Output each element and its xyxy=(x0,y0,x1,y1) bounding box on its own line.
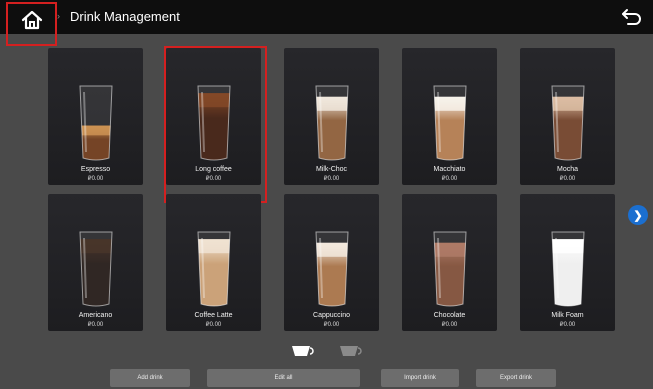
drink-name: Macchiato xyxy=(433,166,466,173)
add-drink-button[interactable]: Add drink xyxy=(110,369,190,387)
drink-name: Americano xyxy=(78,312,113,319)
page-title: Drink Management xyxy=(70,9,180,24)
drink-price: ₽0.00 xyxy=(205,322,222,328)
drink-card[interactable]: Macchiato ₽0.00 xyxy=(402,48,497,185)
home-button[interactable] xyxy=(6,2,57,46)
drink-card[interactable]: Americano ₽0.00 xyxy=(48,194,143,331)
drink-name: Cappuccino xyxy=(313,312,350,319)
top-bar: › Drink Management xyxy=(0,0,653,34)
glass-icon xyxy=(315,231,349,307)
glass-icon xyxy=(551,85,585,161)
drink-name: Chocolate xyxy=(433,312,466,319)
glass-icon xyxy=(433,85,467,161)
drink-price: ₽0.00 xyxy=(87,322,104,328)
glass-icon xyxy=(79,231,113,307)
drink-card[interactable]: Milk-Choc ₽0.00 xyxy=(284,48,379,185)
breadcrumb-separator: › xyxy=(57,11,60,21)
drink-price: ₽0.00 xyxy=(441,176,458,182)
drink-name: Mocha xyxy=(556,166,578,173)
drink-price: ₽0.00 xyxy=(323,322,340,328)
import-drink-button[interactable]: Import drink xyxy=(381,369,459,387)
cup-icon-inactive[interactable] xyxy=(340,346,362,356)
glass-icon xyxy=(433,231,467,307)
next-page-button[interactable]: ❯ xyxy=(628,205,648,225)
back-button[interactable] xyxy=(621,7,643,27)
drink-price: ₽0.00 xyxy=(559,322,576,328)
drink-card[interactable]: Milk Foam ₽0.00 xyxy=(520,194,615,331)
drink-price: ₽0.00 xyxy=(441,322,458,328)
drink-card[interactable]: Long coffee ₽0.00 xyxy=(164,46,267,203)
export-drink-button[interactable]: Export drink xyxy=(476,369,556,387)
drink-price: ₽0.00 xyxy=(205,176,222,182)
page-indicator xyxy=(290,343,380,364)
drink-name: Milk Foam xyxy=(551,312,584,319)
glass-icon xyxy=(79,85,113,161)
drink-name: Coffee Latte xyxy=(194,312,233,319)
drink-price: ₽0.00 xyxy=(323,176,340,182)
drink-price: ₽0.00 xyxy=(559,176,576,182)
chevron-right-icon: ❯ xyxy=(633,209,643,222)
edit-all-button[interactable]: Edit all xyxy=(207,369,360,387)
cup-icon-active[interactable] xyxy=(292,346,314,356)
glass-icon xyxy=(197,231,231,307)
drink-card[interactable]: Coffee Latte ₽0.00 xyxy=(166,194,261,331)
drink-name: Long coffee xyxy=(195,166,232,173)
glass-icon xyxy=(315,85,349,161)
drink-card[interactable]: Espresso ₽0.00 xyxy=(48,48,143,185)
glass-icon xyxy=(551,231,585,307)
drink-card[interactable]: Cappuccino ₽0.00 xyxy=(284,194,379,331)
return-arrow-icon xyxy=(622,9,641,25)
drink-card[interactable]: Mocha ₽0.00 xyxy=(520,48,615,185)
drink-name: Milk-Choc xyxy=(315,166,348,173)
home-icon xyxy=(21,10,42,30)
drink-price: ₽0.00 xyxy=(87,176,104,182)
glass-icon xyxy=(197,85,231,161)
drink-name: Espresso xyxy=(80,166,111,173)
drink-card[interactable]: Chocolate ₽0.00 xyxy=(402,194,497,331)
